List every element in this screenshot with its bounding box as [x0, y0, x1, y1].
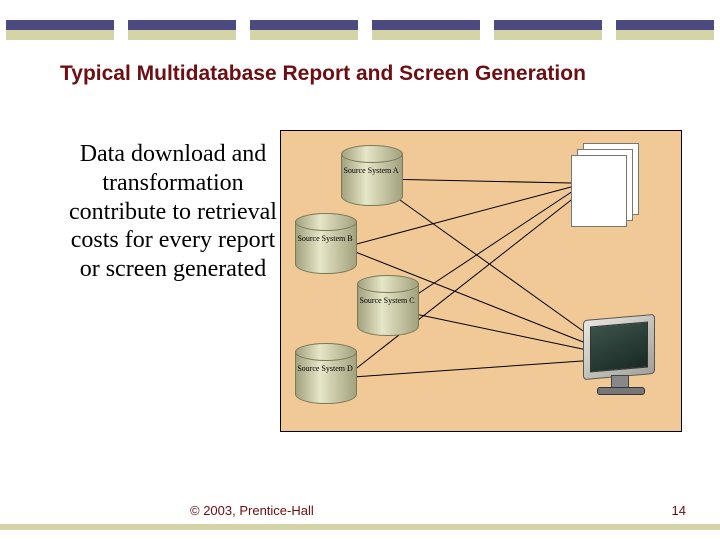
footer-stripe: [0, 524, 720, 530]
db-source-b: Source System B: [295, 213, 355, 281]
db-source-a: Source System A: [341, 145, 401, 213]
db-source-d: Source System D: [295, 343, 355, 411]
diagram: Source System A Source System B Source S…: [280, 130, 682, 432]
slide-title: Typical Multidatabase Report and Screen …: [60, 62, 586, 86]
report-doc-icon: [571, 155, 627, 227]
header-stripe: [0, 20, 720, 40]
db-label-c: Source System C: [357, 297, 417, 306]
db-source-c: Source System C: [357, 275, 417, 343]
footer-page-number: 14: [672, 503, 686, 518]
db-label-a: Source System A: [341, 167, 401, 176]
monitor-icon: [583, 314, 655, 380]
monitor-base-icon: [597, 387, 645, 395]
body-text: Data download and transformation contrib…: [68, 140, 278, 284]
db-label-b: Source System B: [295, 235, 355, 244]
db-label-d: Source System D: [295, 365, 355, 374]
footer-copyright: © 2003, Prentice-Hall: [190, 503, 314, 518]
